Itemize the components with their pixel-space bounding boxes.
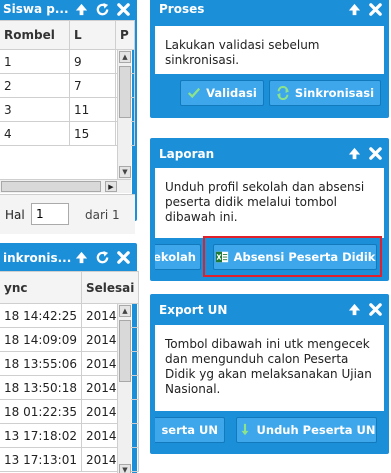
proses-panel-header: Proses	[151, 0, 388, 19]
close-icon[interactable]	[114, 248, 132, 266]
arrow-up-icon[interactable]	[345, 0, 363, 18]
scroll-down-arrow[interactable]: ▼	[119, 464, 131, 473]
column-header-l[interactable]: L	[69, 20, 116, 50]
laporan-panel-title: Laporan	[159, 147, 215, 161]
siswa-panel-title: Siswa p...	[3, 2, 69, 16]
laporan-panel-body: Unduh profil sekolah dan absensi peserta…	[155, 168, 384, 238]
laporan-panel-header: Laporan	[151, 139, 388, 165]
table-header-row: ync Selesai	[0, 271, 140, 304]
sinkronisasi-panel-header: inkronis...	[0, 244, 136, 270]
arrow-up-icon[interactable]	[345, 300, 363, 318]
validasi-button[interactable]: Validasi	[180, 80, 264, 106]
sinkronisasi-label: Sinkronisasi	[294, 86, 375, 100]
cek-peserta-un-label: serta UN	[161, 423, 218, 437]
unduh-peserta-un-button[interactable]: Unduh Peserta UN	[236, 417, 377, 443]
profil-sekolah-label: ekolah	[155, 250, 196, 264]
cell-rombel: 2	[0, 73, 70, 98]
sinkronisasi-panel-body: ync Selesai 18 14:42:25 2014- 18 14:09:09…	[0, 271, 140, 473]
column-header-rombel[interactable]: Rombel	[0, 20, 70, 50]
column-header-p[interactable]: P	[115, 20, 135, 50]
siswa-panel: Siswa p... Rombel L P 19 27 3 11 4 15 ▲ ▼ …	[0, 0, 137, 234]
laporan-description: Unduh profil sekolah dan absensi peserta…	[165, 180, 365, 224]
cell-sync: 18 14:42:25	[0, 303, 82, 328]
arrow-up-icon[interactable]	[72, 0, 90, 18]
scroll-down-arrow[interactable]: ▼	[119, 166, 131, 178]
highlight-box	[203, 236, 382, 277]
sinkronisasi-button[interactable]: Sinkronisasi	[269, 80, 381, 106]
cell-sync: 18 01:22:35	[0, 399, 82, 424]
validasi-label: Validasi	[206, 86, 257, 100]
export-un-panel-title: Export UN	[159, 303, 228, 317]
refresh-icon[interactable]	[93, 0, 111, 18]
sinkronisasi-panel: inkronis... ync Selesai 18 14:42:25 2014-…	[0, 243, 140, 473]
cell-l: 9	[69, 49, 116, 74]
export-un-button-bar: serta UN Unduh Peserta UN	[155, 411, 384, 451]
cell-rombel: 1	[0, 49, 70, 74]
scroll-thumb[interactable]	[119, 66, 131, 118]
table-row[interactable]: 3 11	[0, 97, 135, 122]
horizontal-scroll-thumb[interactable]	[1, 181, 101, 192]
export-un-panel-header: Export UN	[151, 295, 388, 321]
unduh-peserta-un-label: Unduh Peserta UN	[256, 423, 376, 437]
close-icon[interactable]	[366, 300, 384, 318]
sinkronisasi-vertical-scrollbar[interactable]: ▲ ▼	[117, 304, 131, 473]
pager-label: Hal	[5, 208, 25, 222]
cell-rombel: 4	[0, 121, 70, 146]
close-icon[interactable]	[114, 0, 132, 18]
sinkronisasi-panel-title: inkronis...	[3, 251, 72, 265]
cell-sync: 13 17:13:01	[0, 447, 82, 472]
page-number-input[interactable]	[31, 203, 69, 225]
close-icon[interactable]	[366, 144, 384, 162]
cek-peserta-un-button[interactable]: serta UN	[155, 417, 225, 443]
export-un-panel-body: Tombol dibawah ini utk mengecek dan meng…	[155, 325, 384, 411]
siswa-vertical-scrollbar[interactable]: ▲ ▼	[117, 50, 131, 179]
export-un-description: Tombol dibawah ini utk mengecek dan meng…	[165, 337, 372, 396]
cell-l: 7	[69, 73, 116, 98]
sync-icon	[276, 86, 290, 100]
cell-l: 11	[69, 97, 116, 122]
siswa-pager: Hal dari 1	[0, 194, 135, 234]
proses-panel-title: Proses	[159, 2, 205, 16]
table-row[interactable]: 19	[0, 49, 135, 74]
cell-rombel: 3	[0, 97, 70, 122]
cell-sync: 18 13:50:18	[0, 375, 82, 400]
column-header-sync[interactable]: ync	[0, 271, 82, 304]
siswa-table: Rombel L P 19 27 3 11 4 15	[0, 20, 135, 146]
cell-sync: 18 13:55:06	[0, 351, 82, 376]
siswa-horizontal-scrollbar[interactable]: ▶	[0, 179, 131, 193]
proses-button-bar: Validasi Sinkronisasi	[155, 74, 384, 114]
arrow-up-icon[interactable]	[345, 144, 363, 162]
pager-total: dari 1	[85, 208, 120, 222]
proses-panel-body: Lakukan validasi sebelum sinkronisasi.	[155, 26, 384, 74]
arrow-up-icon[interactable]	[72, 248, 90, 266]
check-icon	[188, 87, 201, 99]
table-header-row: Rombel L P	[0, 20, 135, 50]
table-row[interactable]: 27	[0, 73, 135, 98]
profil-sekolah-button[interactable]: ekolah	[155, 244, 201, 270]
scroll-thumb[interactable]	[119, 320, 131, 382]
export-un-panel: Export UN Tombol dibawah ini utk mengece…	[150, 294, 389, 454]
siswa-panel-body: Rombel L P 19 27 311 415 ▲ ▼ ▶ Hal dari …	[0, 20, 135, 234]
close-icon[interactable]	[366, 0, 384, 18]
cell-sync: 13 17:18:02	[0, 423, 82, 448]
scroll-up-arrow[interactable]: ▲	[119, 51, 131, 63]
scroll-right-arrow[interactable]: ▶	[105, 181, 117, 192]
column-header-selesai[interactable]: Selesai	[80, 271, 140, 304]
cell-sync: 18 14:09:09	[0, 327, 82, 352]
proses-description: Lakukan validasi sebelum sinkronisasi.	[165, 38, 320, 67]
cell-l: 15	[69, 121, 116, 146]
refresh-icon[interactable]	[93, 248, 111, 266]
download-arrow-icon	[241, 423, 249, 436]
proses-panel: Proses Lakukan validasi sebelum sinkroni…	[150, 0, 389, 118]
scroll-up-arrow[interactable]: ▲	[119, 305, 131, 317]
table-row[interactable]: 4 15	[0, 121, 135, 146]
siswa-panel-header: Siswa p...	[0, 0, 136, 19]
